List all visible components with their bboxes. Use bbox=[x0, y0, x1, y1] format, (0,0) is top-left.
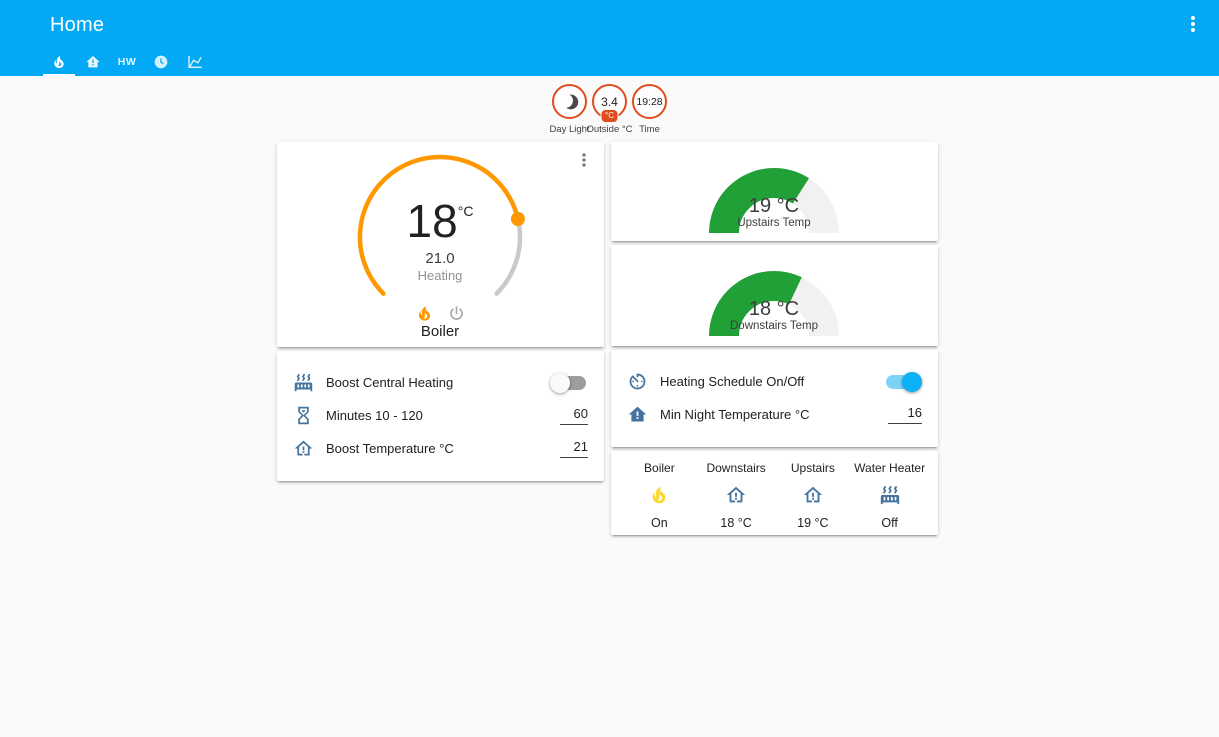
row-boost-minutes: Minutes 10 - 120 60 bbox=[277, 399, 604, 432]
gauge-value: 19 °C bbox=[748, 195, 800, 217]
glance-label: Upstairs bbox=[790, 461, 835, 475]
glance-state: 18 °C bbox=[720, 516, 752, 530]
boost-minutes-input[interactable]: 60 bbox=[560, 406, 588, 425]
home-alert-icon bbox=[85, 54, 101, 70]
row-heating-schedule: Heating Schedule On/Off bbox=[611, 365, 938, 398]
gauge-label: Upstairs Temp bbox=[737, 217, 811, 229]
glance-item-downstairs[interactable]: Downstairs 18 °C bbox=[698, 461, 775, 530]
hourglass-icon bbox=[293, 405, 315, 427]
hvac-status: Heating bbox=[417, 268, 463, 283]
heating-schedule-toggle[interactable] bbox=[886, 371, 922, 392]
row-boost-central-heating: Boost Central Heating bbox=[277, 366, 604, 399]
row-boost-temperature: Boost Temperature °C 21 bbox=[277, 432, 604, 465]
badge-outside-temp[interactable]: 3.4 °C Outside °C bbox=[586, 84, 633, 135]
badges-row: Day Light 3.4 °C Outside °C 19:28 Time bbox=[0, 84, 1219, 135]
dots-vertical-icon bbox=[574, 150, 594, 170]
view-tabs: HW bbox=[42, 48, 212, 76]
glance-state: 19 °C bbox=[797, 516, 829, 530]
boost-heating-toggle[interactable] bbox=[550, 372, 586, 393]
glance-item-upstairs[interactable]: Upstairs 19 °C bbox=[775, 461, 852, 530]
row-label: Minutes 10 - 120 bbox=[326, 408, 423, 423]
row-label: Heating Schedule On/Off bbox=[660, 374, 805, 389]
home-alert-icon bbox=[725, 484, 747, 506]
timer-icon bbox=[627, 371, 649, 393]
moon-icon bbox=[558, 91, 581, 113]
thermostat-card: 18 °C 21.0 Heating Boiler bbox=[277, 142, 604, 347]
clock-icon bbox=[153, 54, 169, 70]
gauge-value: 18 °C bbox=[748, 298, 800, 320]
row-label: Boost Central Heating bbox=[326, 375, 454, 390]
badge-time[interactable]: 19:28 Time bbox=[631, 84, 669, 135]
dots-vertical-icon bbox=[1181, 12, 1205, 36]
badge-value: 3.4 bbox=[601, 94, 618, 109]
card-overflow-menu-button[interactable] bbox=[574, 150, 594, 170]
tab-heating[interactable] bbox=[42, 48, 76, 76]
row-label: Min Night Temperature °C bbox=[660, 407, 810, 422]
badge-label: Time bbox=[639, 124, 660, 135]
badge-label: Outside °C bbox=[586, 124, 633, 135]
row-label: Boost Temperature °C bbox=[326, 441, 454, 456]
thermostat-entity-name: Boiler bbox=[420, 323, 460, 340]
tab-history[interactable] bbox=[178, 48, 212, 76]
fire-icon bbox=[51, 54, 67, 70]
home-alert-icon bbox=[293, 438, 315, 460]
glance-item-water-heater[interactable]: Water Heater Off bbox=[851, 461, 928, 530]
home-alert-icon bbox=[627, 404, 649, 426]
glance-state: Off bbox=[881, 516, 898, 530]
upstairs-gauge[interactable]: 19 °C Upstairs Temp bbox=[708, 167, 840, 233]
tab-hw-label: HW bbox=[117, 56, 137, 68]
min-night-temperature-input[interactable]: 16 bbox=[888, 405, 922, 424]
home-alert-icon bbox=[802, 484, 824, 506]
boost-heating-card: Boost Central Heating Minutes 10 - 120 6… bbox=[277, 351, 604, 481]
glance-state: On bbox=[651, 516, 668, 530]
glance-label: Water Heater bbox=[854, 461, 926, 475]
glance-card: Boiler On Downstairs 18 °C Upstairs 19 °… bbox=[611, 451, 938, 535]
downstairs-gauge[interactable]: 18 °C Downstairs Temp bbox=[708, 270, 840, 336]
glance-label: Downstairs bbox=[706, 461, 766, 475]
radiator-icon bbox=[293, 372, 315, 394]
heat-mode-button fire-icon[interactable] bbox=[415, 304, 434, 323]
badge-unit: °C bbox=[600, 109, 619, 123]
radiator-icon bbox=[879, 484, 901, 506]
badge-value: 19:28 bbox=[636, 95, 663, 108]
badge-day-light[interactable]: Day Light bbox=[549, 84, 590, 135]
row-min-night-temperature: Min Night Temperature °C 16 bbox=[611, 398, 938, 431]
app-header: Home HW bbox=[0, 0, 1219, 76]
glance-label: Boiler bbox=[644, 461, 675, 475]
tab-house[interactable] bbox=[76, 48, 110, 76]
chart-line-icon bbox=[187, 54, 203, 70]
overflow-menu-button[interactable] bbox=[1181, 12, 1205, 36]
current-temperature: 18 °C bbox=[406, 195, 474, 247]
target-temperature: 21.0 bbox=[425, 250, 455, 267]
upstairs-gauge-card[interactable]: 19 °C Upstairs Temp bbox=[611, 142, 938, 241]
badge-label: Day Light bbox=[549, 124, 590, 135]
page-title: Home bbox=[50, 14, 105, 36]
fire-icon bbox=[648, 484, 670, 506]
glance-item-boiler[interactable]: Boiler On bbox=[621, 461, 698, 530]
gauge-label: Downstairs Temp bbox=[730, 320, 818, 332]
tab-time[interactable] bbox=[144, 48, 178, 76]
heating-schedule-card: Heating Schedule On/Off Min Night Temper… bbox=[611, 350, 938, 447]
tab-hot-water[interactable]: HW bbox=[110, 48, 144, 76]
downstairs-gauge-card[interactable]: 18 °C Downstairs Temp bbox=[611, 245, 938, 346]
boost-temperature-input[interactable]: 21 bbox=[560, 439, 588, 458]
off-mode-button power-icon[interactable] bbox=[447, 304, 466, 323]
hvac-mode-buttons bbox=[354, 304, 526, 323]
